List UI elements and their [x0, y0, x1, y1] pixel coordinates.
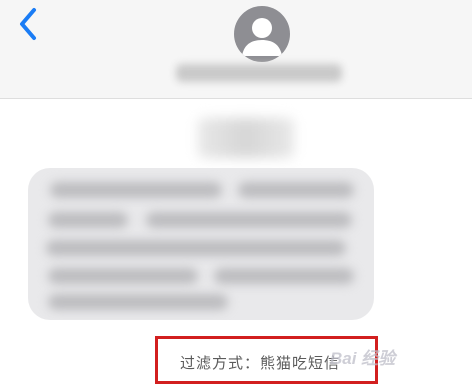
- chevron-left-icon: [20, 8, 36, 40]
- message-text-blurred: [238, 182, 354, 198]
- back-button[interactable]: [14, 6, 44, 42]
- message-text-blurred: [146, 212, 352, 228]
- message-text-blurred: [48, 212, 128, 228]
- received-message-bubble[interactable]: [28, 168, 374, 320]
- contact-name-blurred[interactable]: [176, 64, 342, 82]
- message-text-blurred: [214, 268, 354, 284]
- message-text-blurred: [48, 294, 228, 310]
- filter-method-label: 过滤方式：熊猫吃短信: [180, 355, 341, 372]
- message-text-blurred: [46, 240, 346, 256]
- message-text-blurred: [48, 268, 198, 284]
- message-timestamp-blurred: [198, 118, 294, 158]
- message-thread-screen: 过滤方式：熊猫吃短信 Bai 经验: [0, 0, 472, 392]
- watermark-text: Bai 经验: [330, 349, 396, 368]
- watermark-logo: Bai 经验: [330, 344, 395, 369]
- contact-avatar[interactable]: [234, 6, 290, 62]
- message-text-blurred: [50, 182, 222, 198]
- navigation-bar: [0, 0, 472, 99]
- person-icon: [242, 18, 282, 56]
